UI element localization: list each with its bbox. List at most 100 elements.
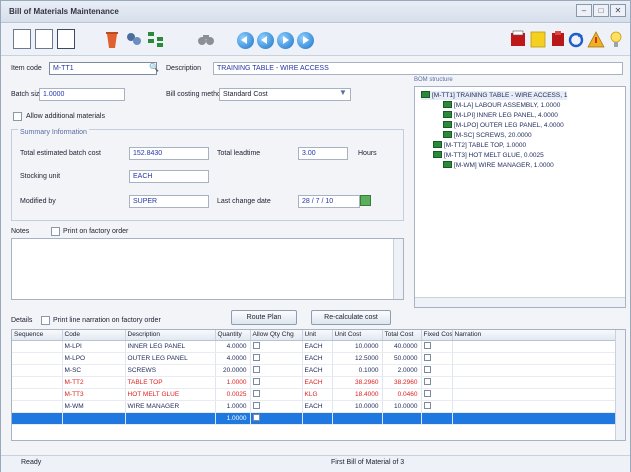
description-field[interactable]: TRAINING TABLE - WIRE ACCESS <box>213 62 623 75</box>
chevron-down-icon[interactable]: ▼ <box>339 88 347 97</box>
tree-node[interactable]: [M-SC] SCREWS, 20.0000 <box>443 131 532 140</box>
tree-node[interactable]: [M-LPO] OUTER LEG PANEL, 4.0000 <box>443 121 564 130</box>
row-checkbox[interactable] <box>423 366 431 373</box>
col-allow-qty-chg[interactable]: Allow Qty Chg <box>250 330 303 341</box>
tree-node[interactable]: [M-WM] WIRE MANAGER, 1.0000 <box>443 161 554 170</box>
allow-qty-change-cell[interactable] <box>250 400 303 413</box>
cell-code[interactable]: M-LPI <box>62 340 126 353</box>
cell-unit[interactable]: EACH <box>302 400 333 413</box>
tree-node[interactable]: [M-LA] LABOUR ASSEMBLY, 1.0000 <box>443 101 560 110</box>
row-checkbox[interactable] <box>252 342 260 349</box>
cell-unit-cost[interactable]: 38.2960 <box>332 376 383 389</box>
row-checkbox[interactable] <box>252 390 260 397</box>
item-code-field[interactable]: M-TT1 <box>49 62 157 75</box>
stocking-unit-field[interactable]: EACH <box>129 170 209 183</box>
allow-qty-change-cell[interactable] <box>250 388 303 401</box>
cell-code[interactable]: M-TT3 <box>62 388 126 401</box>
tree-node-root[interactable]: [M-TT1] TRAINING TABLE - WIRE ACCESS, 1 <box>421 91 568 100</box>
fixed-cost-cell[interactable] <box>421 400 453 413</box>
row-checkbox[interactable] <box>252 366 260 373</box>
cell-narration[interactable] <box>452 412 625 425</box>
cell-code[interactable]: M-TT2 <box>62 376 126 389</box>
tree-hscrollbar[interactable] <box>415 297 625 307</box>
cell-unit[interactable]: EACH <box>302 352 333 365</box>
tree-node[interactable]: [M-TT2] TABLE TOP, 1.0000 <box>433 141 526 150</box>
cell-sequence[interactable] <box>12 364 63 377</box>
cell-sequence[interactable] <box>12 340 63 353</box>
cell-quantity[interactable]: 1.0000 <box>215 400 251 413</box>
cell-unit-cost[interactable]: 0.1000 <box>332 364 383 377</box>
tree-node[interactable]: [M-LPI] INNER LEG PANEL, 4.0000 <box>443 111 558 120</box>
col-fixed-cost[interactable]: Fixed Cost <box>421 330 453 341</box>
help-icon[interactable] <box>607 29 625 49</box>
recalculate-cost-button[interactable]: Re-calculate cost <box>311 310 391 325</box>
fixed-cost-cell[interactable] <box>421 364 453 377</box>
structure-icon[interactable] <box>147 29 165 49</box>
fixed-cost-cell[interactable] <box>421 412 453 425</box>
cell-narration[interactable] <box>452 352 625 365</box>
col-narration[interactable]: Narration <box>452 330 625 341</box>
print-icon-2[interactable] <box>549 29 567 49</box>
table-row[interactable]: M-TT3 HOT MELT GLUE 0.0025 KLG 18.4000 0.0460 <box>12 388 625 401</box>
row-checkbox[interactable] <box>423 378 431 385</box>
allow-qty-change-cell[interactable] <box>250 352 303 365</box>
cell-total-cost[interactable]: 2.0000 <box>382 364 422 377</box>
calculate-icon[interactable] <box>125 29 143 49</box>
allow-qty-change-cell[interactable] <box>250 376 303 389</box>
cell-code[interactable] <box>62 412 126 425</box>
cell-code[interactable]: M-WM <box>62 400 126 413</box>
col-code[interactable]: Code <box>62 330 126 341</box>
cell-unit-cost[interactable]: 18.4000 <box>332 388 383 401</box>
cell-unit-cost[interactable]: 10.0000 <box>332 400 383 413</box>
fixed-cost-cell[interactable] <box>421 340 453 353</box>
open-icon[interactable] <box>35 29 53 49</box>
cell-quantity[interactable]: 1.0000 <box>215 412 251 425</box>
cell-unit[interactable]: EACH <box>302 376 333 389</box>
row-checkbox[interactable] <box>423 342 431 349</box>
col-unit[interactable]: Unit <box>302 330 333 341</box>
next-icon[interactable] <box>277 32 294 49</box>
cell-code[interactable]: M-SC <box>62 364 126 377</box>
item-code-lookup-icon[interactable]: 🔍 <box>149 63 159 72</box>
print-icon[interactable] <box>509 29 527 49</box>
table-row[interactable]: 1.0000 <box>12 412 625 425</box>
first-icon[interactable] <box>237 32 254 49</box>
col-total-cost[interactable]: Total Cost <box>382 330 422 341</box>
cell-unit[interactable] <box>302 412 333 425</box>
row-checkbox[interactable] <box>423 402 431 409</box>
notes-icon[interactable] <box>529 29 547 49</box>
table-row[interactable]: M-SC SCREWS 20.0000 EACH 0.1000 2.0000 <box>12 364 625 377</box>
cell-total-cost[interactable]: 10.0000 <box>382 400 422 413</box>
warning-icon[interactable] <box>587 29 605 49</box>
tree-node[interactable]: [M-TT3] HOT MELT GLUE, 0.0025 <box>433 151 544 160</box>
cell-description[interactable]: WIRE MANAGER <box>125 400 216 413</box>
calendar-icon[interactable] <box>360 195 371 206</box>
cell-narration[interactable] <box>452 340 625 353</box>
cell-quantity[interactable]: 4.0000 <box>215 352 251 365</box>
cell-sequence[interactable] <box>12 352 63 365</box>
cell-description[interactable]: HOT MELT GLUE <box>125 388 216 401</box>
row-checkbox[interactable] <box>423 354 431 361</box>
cell-total-cost[interactable] <box>382 412 422 425</box>
col-quantity[interactable]: Quantity <box>215 330 251 341</box>
new-icon[interactable] <box>13 29 31 49</box>
close-button[interactable]: ✕ <box>610 4 626 17</box>
notes-scrollbar[interactable] <box>393 239 403 299</box>
cell-sequence[interactable] <box>12 388 63 401</box>
cell-description[interactable]: OUTER LEG PANEL <box>125 352 216 365</box>
cell-unit-cost[interactable]: 10.0000 <box>332 340 383 353</box>
cell-sequence[interactable] <box>12 400 63 413</box>
print-notes-checkbox[interactable] <box>51 227 60 236</box>
allow-additional-checkbox[interactable] <box>13 112 22 121</box>
cell-quantity[interactable]: 1.0000 <box>215 376 251 389</box>
maximize-button[interactable]: □ <box>593 4 609 17</box>
modified-by-field[interactable]: SUPER <box>129 195 209 208</box>
cell-description[interactable]: TABLE TOP <box>125 376 216 389</box>
table-row[interactable]: M-TT2 TABLE TOP 1.0000 EACH 38.2960 38.2960 <box>12 376 625 389</box>
cell-narration[interactable] <box>452 376 625 389</box>
table-row[interactable]: M-LPI INNER LEG PANEL 4.0000 EACH 10.0000 40.… <box>12 340 625 353</box>
cell-unit-cost[interactable] <box>332 412 383 425</box>
table-row[interactable]: M-LPO OUTER LEG PANEL 4.0000 EACH 12.5000 50.… <box>12 352 625 365</box>
cell-description[interactable] <box>125 412 216 425</box>
cell-total-cost[interactable]: 38.2960 <box>382 376 422 389</box>
